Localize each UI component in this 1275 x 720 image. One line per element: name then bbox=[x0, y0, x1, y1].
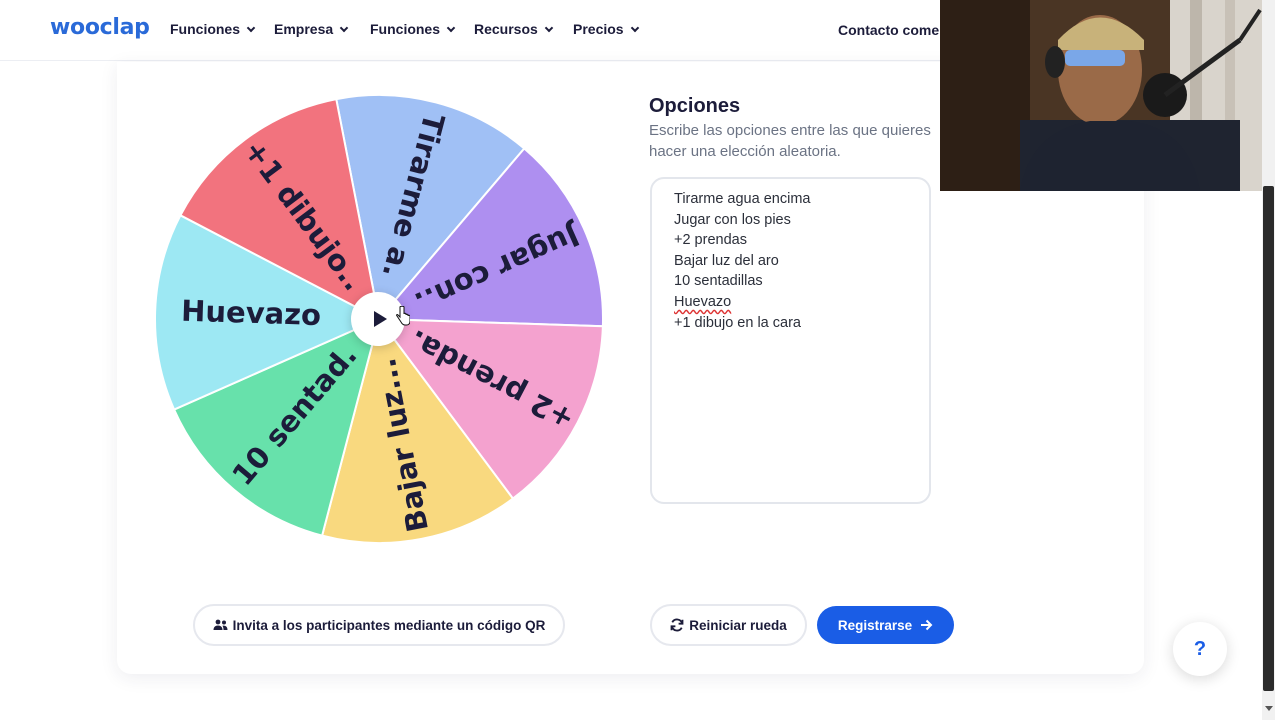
nav-item-funciones[interactable]: Funciones bbox=[170, 21, 274, 37]
chevron-down-icon bbox=[339, 23, 349, 32]
option-line: Bajar luz del aro bbox=[674, 252, 779, 269]
reset-wheel-label: Reiniciar rueda bbox=[689, 617, 787, 633]
option-line: Tirarme agua encima bbox=[674, 191, 811, 207]
register-label: Registrarse bbox=[837, 617, 913, 633]
invite-qr-button[interactable]: Invita a los participantes mediante un c… bbox=[193, 604, 565, 646]
option-line: +1 dibujo en la cara bbox=[674, 314, 801, 331]
register-button[interactable]: Registrarse bbox=[817, 606, 954, 644]
chevron-down-icon bbox=[630, 23, 639, 32]
webcam-overlay bbox=[940, 0, 1275, 191]
nav-item-label: Precios bbox=[573, 21, 624, 37]
nav-item-funciones-2[interactable]: Funciones bbox=[370, 21, 474, 37]
nav-item-precios[interactable]: Precios bbox=[573, 21, 639, 37]
nav-item-label: Empresa bbox=[274, 21, 334, 37]
main-nav: Funciones Empresa Funciones Recursos Pre… bbox=[170, 21, 639, 37]
refresh-icon bbox=[670, 618, 684, 632]
play-icon bbox=[373, 311, 387, 327]
nav-item-label: Recursos bbox=[474, 21, 538, 37]
invite-qr-label: Invita a los participantes mediante un c… bbox=[232, 617, 546, 633]
option-line: Huevazo bbox=[674, 293, 732, 310]
option-line: +2 prendas bbox=[674, 232, 747, 249]
option-line: Jugar con los pies bbox=[674, 211, 791, 228]
options-title: Opciones bbox=[649, 95, 741, 117]
chevron-down-icon bbox=[246, 23, 256, 32]
scrollbar-thumb[interactable] bbox=[1263, 186, 1274, 691]
users-icon bbox=[213, 619, 228, 631]
nav-item-recursos[interactable]: Recursos bbox=[474, 21, 573, 37]
hand-cursor-icon bbox=[396, 306, 410, 326]
wooclap-logo[interactable]: wooclap bbox=[50, 15, 150, 40]
reset-wheel-button[interactable]: Reiniciar rueda bbox=[650, 604, 807, 646]
option-line: 10 sentadillas bbox=[674, 273, 763, 290]
help-button[interactable]: ? bbox=[1173, 622, 1227, 676]
nav-item-label: Funciones bbox=[170, 21, 241, 37]
nav-item-empresa[interactable]: Empresa bbox=[274, 21, 370, 37]
options-description: Escribe las opciones entre las que quier… bbox=[649, 122, 931, 160]
nav-item-label: Funciones bbox=[370, 21, 441, 37]
chevron-down-icon bbox=[544, 23, 554, 32]
page-scrollbar[interactable] bbox=[1262, 0, 1275, 720]
wheel-segment-label: Huevazo bbox=[181, 294, 322, 333]
scroll-down-arrow-icon[interactable] bbox=[1265, 706, 1273, 711]
options-textarea[interactable]: Tirarme agua encima Jugar con los pies +… bbox=[650, 177, 931, 504]
arrow-right-icon bbox=[920, 619, 933, 631]
contact-sales-link[interactable]: Contacto comercial bbox=[838, 22, 939, 38]
webcam-image bbox=[940, 0, 1275, 191]
chevron-down-icon bbox=[446, 23, 456, 32]
